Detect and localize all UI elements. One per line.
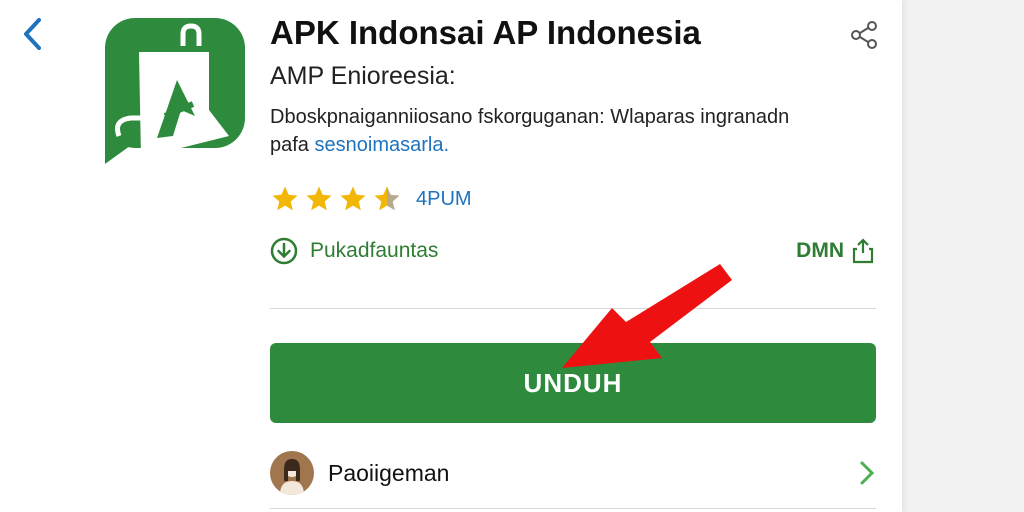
star-icon (340, 186, 366, 211)
star-icon (272, 186, 298, 211)
download-button[interactable]: UNDUH (270, 343, 876, 423)
download-circle-icon (270, 237, 298, 265)
chevron-left-icon (24, 18, 41, 50)
share-button[interactable] (848, 18, 882, 52)
rating-row: 4PUM (270, 182, 472, 216)
description-line-1: Dboskpnaiganniiosano fskorguganan: Wlapa… (270, 106, 790, 128)
app-title: APK Indonsai AP Indonesia (270, 14, 701, 51)
rating-count: 4PUM (416, 187, 472, 210)
description-link[interactable]: sesnoimasarla. (315, 134, 450, 156)
star-icon (306, 186, 332, 211)
app-subtitle: AMP Enioreesia: (270, 62, 456, 90)
description-prefix: pafa (270, 134, 309, 156)
share-icon (851, 21, 877, 49)
app-icon (101, 18, 245, 164)
size-label: DMN (796, 239, 844, 262)
back-button[interactable] (16, 14, 48, 54)
size-info[interactable]: DMN (796, 234, 874, 268)
category-info: Pukadfauntas (270, 234, 438, 268)
avatar (270, 451, 314, 495)
divider (270, 308, 876, 309)
half-star-icon (374, 186, 400, 211)
developer-row[interactable]: Paoiigeman (270, 447, 876, 499)
divider (270, 508, 876, 509)
share-box-icon (852, 238, 874, 264)
app-description: Dboskpnaiganniiosano fskorguganan: Wlapa… (270, 103, 870, 159)
description-line-2: pafa sesnoimasarla. (270, 131, 870, 159)
category-label: Pukadfauntas (310, 239, 439, 262)
chevron-right-icon (860, 461, 875, 485)
developer-name: Paoiigeman (328, 459, 450, 486)
app-detail-panel: APK Indonsai AP Indonesia AMP Enioreesia… (0, 0, 902, 512)
